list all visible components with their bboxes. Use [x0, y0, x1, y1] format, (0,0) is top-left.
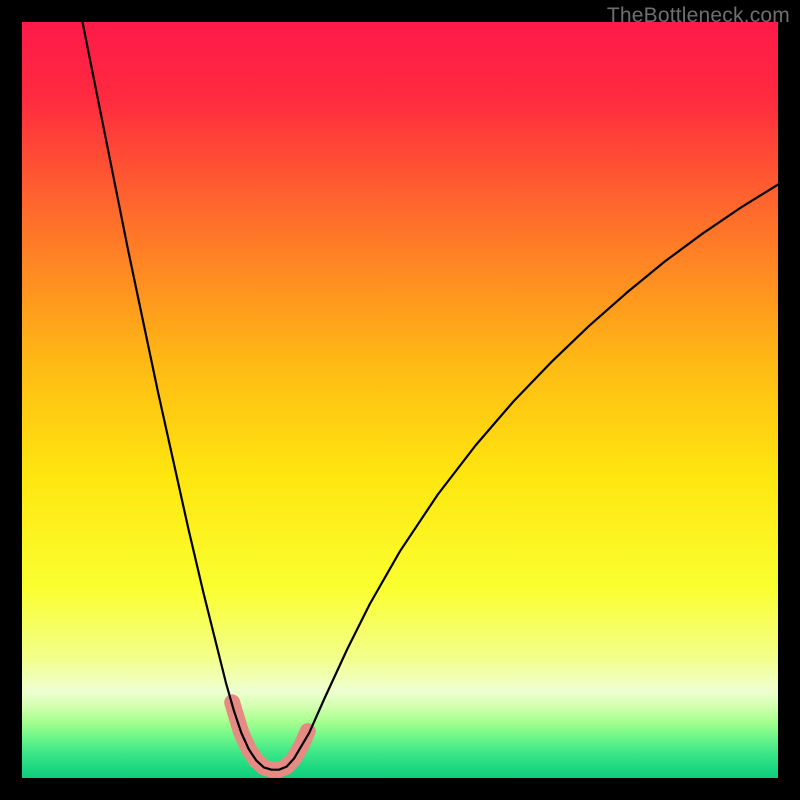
attribution-text: TheBottleneck.com	[607, 4, 790, 28]
gradient-background	[22, 22, 778, 778]
chart-frame	[22, 22, 778, 778]
bottleneck-chart	[22, 22, 778, 778]
